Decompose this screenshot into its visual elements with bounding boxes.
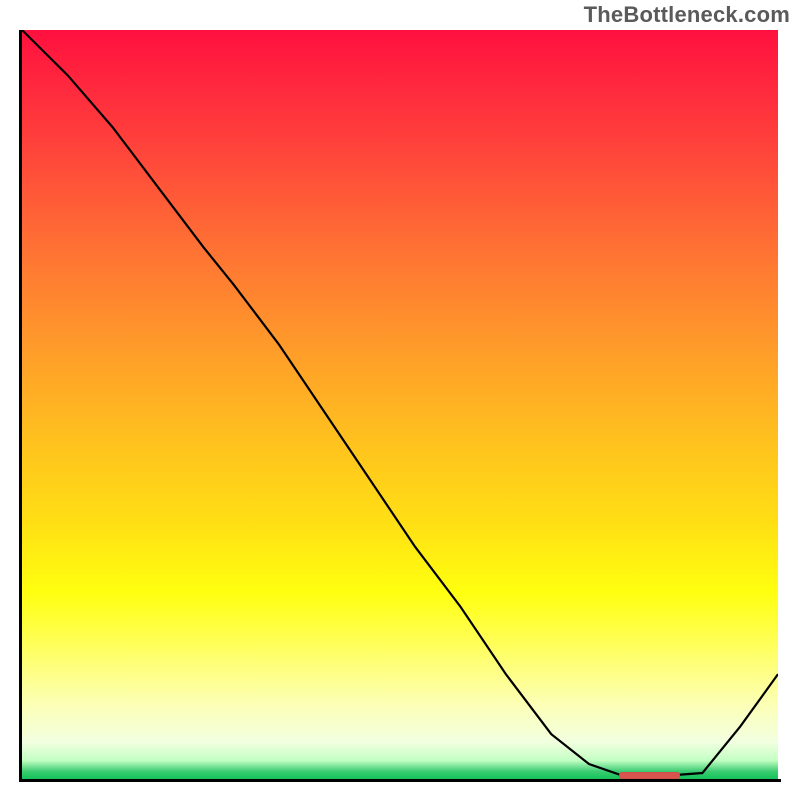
- x-axis: [19, 779, 781, 782]
- bottleneck-curve-path: [22, 30, 778, 776]
- watermark-text: TheBottleneck.com: [584, 2, 790, 28]
- chart-container: TheBottleneck.com 0 100 0 100 line: [0, 0, 800, 800]
- plot-area: [19, 30, 781, 782]
- curve-svg: [22, 30, 778, 779]
- optimal-region-marker: [619, 772, 679, 779]
